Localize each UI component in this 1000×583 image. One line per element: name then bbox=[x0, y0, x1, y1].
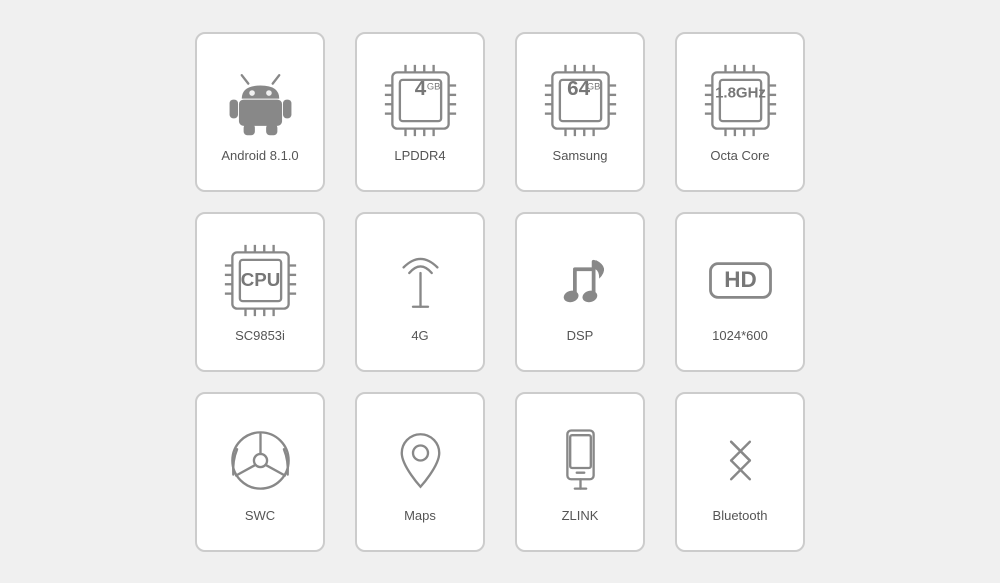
bluetooth-label: Bluetooth bbox=[713, 508, 768, 523]
svg-text:HD: HD bbox=[724, 267, 757, 292]
ram64-icon: 64 GB bbox=[540, 60, 620, 140]
card-resolution: HD 1024*600 bbox=[675, 212, 805, 372]
cpu-icon: CPU bbox=[220, 240, 300, 320]
ram4-icon: 4 GB bbox=[380, 60, 460, 140]
cpu18ghz-icon: 1.8GHz bbox=[700, 60, 780, 140]
svg-text:CPU: CPU bbox=[240, 269, 280, 290]
svg-text:GB: GB bbox=[586, 81, 600, 91]
card-lpddr4: 4 GB LPDDR4 bbox=[355, 32, 485, 192]
4g-label: 4G bbox=[411, 328, 428, 343]
svg-text:GB: GB bbox=[426, 81, 440, 91]
android-label: Android 8.1.0 bbox=[221, 148, 298, 163]
card-maps: Maps bbox=[355, 392, 485, 552]
resolution-label: 1024*600 bbox=[712, 328, 768, 343]
zlink-icon bbox=[540, 420, 620, 500]
features-grid: Android 8.1.0 bbox=[195, 32, 805, 552]
card-swc: SWC bbox=[195, 392, 325, 552]
samsung-label: Samsung bbox=[553, 148, 608, 163]
card-zlink: ZLINK bbox=[515, 392, 645, 552]
card-octacore: 1.8GHz Octa Core bbox=[675, 32, 805, 192]
svg-text:4: 4 bbox=[414, 76, 426, 99]
card-dsp: DSP bbox=[515, 212, 645, 372]
card-android: Android 8.1.0 bbox=[195, 32, 325, 192]
bluetooth-icon bbox=[700, 420, 780, 500]
card-4g: 4G bbox=[355, 212, 485, 372]
zlink-label: ZLINK bbox=[562, 508, 599, 523]
octacore-label: Octa Core bbox=[710, 148, 769, 163]
maps-label: Maps bbox=[404, 508, 436, 523]
svg-text:1.8GHz: 1.8GHz bbox=[715, 84, 766, 101]
lpddr4-label: LPDDR4 bbox=[394, 148, 445, 163]
android-icon bbox=[220, 60, 300, 140]
hd-icon: HD bbox=[700, 240, 780, 320]
4g-icon bbox=[380, 240, 460, 320]
music-icon bbox=[540, 240, 620, 320]
dsp-label: DSP bbox=[567, 328, 594, 343]
card-samsung: 64 GB Samsung bbox=[515, 32, 645, 192]
card-sc9853i: CPU SC9853i bbox=[195, 212, 325, 372]
steering-icon bbox=[220, 420, 300, 500]
maps-icon bbox=[380, 420, 460, 500]
card-bluetooth: Bluetooth bbox=[675, 392, 805, 552]
swc-label: SWC bbox=[245, 508, 275, 523]
sc9853i-label: SC9853i bbox=[235, 328, 285, 343]
